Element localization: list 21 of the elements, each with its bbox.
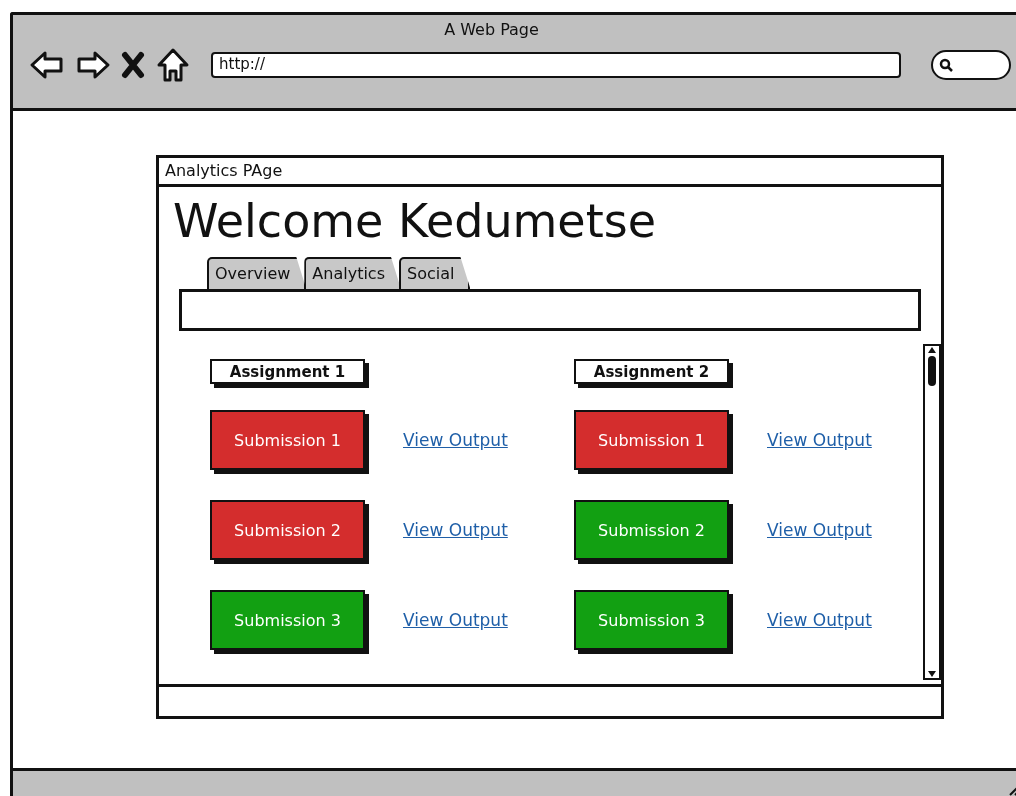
window-title: Analytics PAge [159,158,941,187]
view-output-link[interactable]: View Output [403,430,508,450]
view-output-link[interactable]: View Output [403,610,508,630]
scroll-down-icon[interactable] [927,670,937,678]
search-icon [939,58,953,72]
view-output-link[interactable]: View Output [767,430,872,450]
scroll-up-icon[interactable] [927,346,937,354]
welcome-heading: Welcome Kedumetse [173,193,656,249]
scroll-thumb[interactable] [928,356,936,386]
scrollbar[interactable] [923,344,941,680]
view-output-link[interactable]: View Output [767,610,872,630]
view-output-link[interactable]: View Output [767,520,872,540]
home-icon[interactable] [155,47,191,83]
tab[interactable]: Overview [207,257,307,289]
url-field[interactable]: http:// [211,52,901,78]
tab[interactable]: Analytics [304,257,401,289]
tab[interactable]: Social [399,257,471,289]
search-field[interactable] [931,50,1011,80]
close-icon[interactable] [121,50,145,80]
browser-title: A Web Page [444,20,539,39]
view-output-link[interactable]: View Output [403,520,508,540]
